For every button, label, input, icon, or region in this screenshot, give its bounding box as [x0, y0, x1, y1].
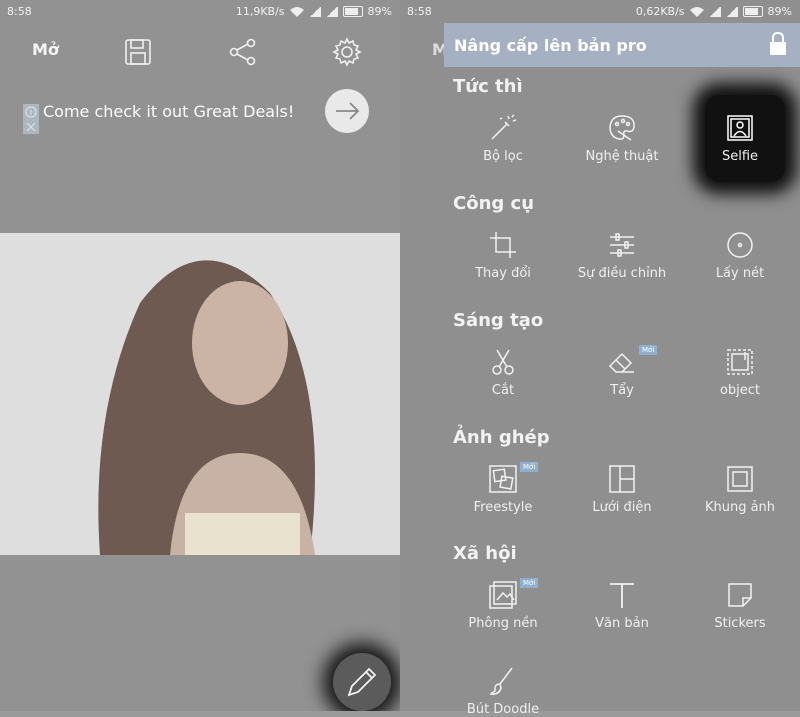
tool-text[interactable]: Văn bản — [563, 580, 681, 631]
tool-eraser[interactable]: Mới Tẩy — [563, 345, 681, 398]
settings-gear-icon[interactable] — [331, 36, 363, 68]
crop-icon — [490, 232, 516, 258]
status-time: 8:58 — [7, 5, 32, 18]
save-icon[interactable] — [122, 36, 154, 68]
tool-doodle[interactable]: Bút Doodle — [444, 666, 562, 717]
tools-menu-content: Tức thì Bộ lọc Nghệ thuật Selfie Công cụ… — [400, 0, 800, 717]
frame-icon — [727, 466, 753, 492]
pencil-icon — [347, 667, 377, 697]
tool-grid[interactable]: Lưới điện — [563, 464, 681, 515]
brush-icon — [489, 667, 513, 695]
tool-crop[interactable]: Thay đổi — [444, 230, 562, 281]
scissors-icon — [492, 349, 514, 375]
background-image-icon — [489, 581, 517, 609]
tool-cut[interactable]: Cắt — [444, 347, 562, 398]
tool-art[interactable]: Nghệ thuật — [563, 113, 681, 164]
network-speed: 11,9KB/s — [235, 5, 285, 18]
tool-label: Lưới điện — [592, 500, 652, 515]
focus-icon — [727, 232, 753, 258]
tool-label: object — [719, 383, 761, 398]
new-badge: Mới — [520, 462, 539, 472]
tool-label: Freestyle — [473, 500, 533, 515]
signal-icon — [308, 6, 321, 17]
tool-label: Bút Doodle — [466, 702, 540, 717]
section-collage-title: Ảnh ghép — [453, 427, 550, 448]
tool-label: Stickers — [714, 616, 766, 631]
tool-label: Selfie — [721, 149, 759, 164]
new-badge: Mới — [639, 345, 658, 355]
open-button[interactable]: Mở — [32, 40, 59, 59]
tool-background[interactable]: Mới Phông nền — [444, 578, 562, 631]
tool-selfie[interactable]: Selfie — [681, 113, 799, 164]
signal-icon — [325, 6, 338, 17]
top-toolbar: Mở — [0, 32, 400, 72]
ad-info-icon[interactable] — [23, 104, 39, 134]
tool-stickers[interactable]: Stickers — [681, 580, 799, 631]
edit-fab[interactable] — [333, 653, 391, 711]
tool-frame[interactable]: Khung ảnh — [681, 464, 799, 515]
object-icon — [727, 349, 753, 375]
wifi-icon — [289, 6, 304, 17]
new-badge: Mới — [520, 578, 539, 588]
ad-banner[interactable]: Come check it out Great Deals! — [23, 89, 383, 144]
tool-label: Tẩy — [610, 383, 634, 398]
status-bar: 8:58 11,9KB/s 89% — [0, 0, 400, 22]
section-creative-title: Sáng tạo — [453, 310, 544, 331]
edited-photo — [0, 233, 400, 555]
text-icon — [610, 583, 634, 608]
tool-label: Phông nền — [468, 616, 538, 631]
palette-icon — [609, 115, 635, 141]
tool-label: Bộ lọc — [483, 149, 523, 164]
portrait-icon — [727, 115, 753, 141]
section-social-title: Xã hội — [453, 543, 517, 564]
magic-wand-icon — [491, 114, 517, 140]
tool-focus[interactable]: Lấy nét — [681, 230, 799, 281]
tool-label: Khung ảnh — [704, 500, 776, 515]
tool-freestyle[interactable]: Mới Freestyle — [444, 462, 562, 515]
ad-text[interactable]: Come check it out Great Deals! — [43, 102, 294, 121]
share-icon[interactable] — [227, 36, 259, 68]
tool-label: Lấy nét — [715, 266, 765, 281]
battery-icon — [342, 6, 363, 17]
tool-label: Thay đổi — [475, 266, 531, 281]
tool-label: Văn bản — [595, 616, 649, 631]
sliders-icon — [610, 233, 634, 257]
arrow-right-icon[interactable] — [325, 89, 369, 133]
freestyle-collage-icon — [489, 465, 517, 493]
tool-label: Sự điều chỉnh — [577, 266, 667, 281]
sticker-icon — [728, 583, 752, 607]
tool-label: Cắt — [491, 383, 515, 398]
tool-label: Nghệ thuật — [585, 149, 659, 164]
tool-object[interactable]: object — [681, 347, 799, 398]
battery-level: 89% — [367, 5, 392, 18]
section-tools-title: Công cụ — [453, 193, 535, 214]
tool-adjust[interactable]: Sự điều chỉnh — [563, 230, 681, 281]
grid-layout-icon — [609, 465, 635, 493]
tool-filter[interactable]: Bộ lọc — [444, 113, 562, 164]
editor-screen: 8:58 11,9KB/s 89% Mở Come check it out G… — [0, 0, 400, 711]
section-instant-title: Tức thì — [453, 76, 523, 97]
eraser-icon — [608, 352, 634, 373]
